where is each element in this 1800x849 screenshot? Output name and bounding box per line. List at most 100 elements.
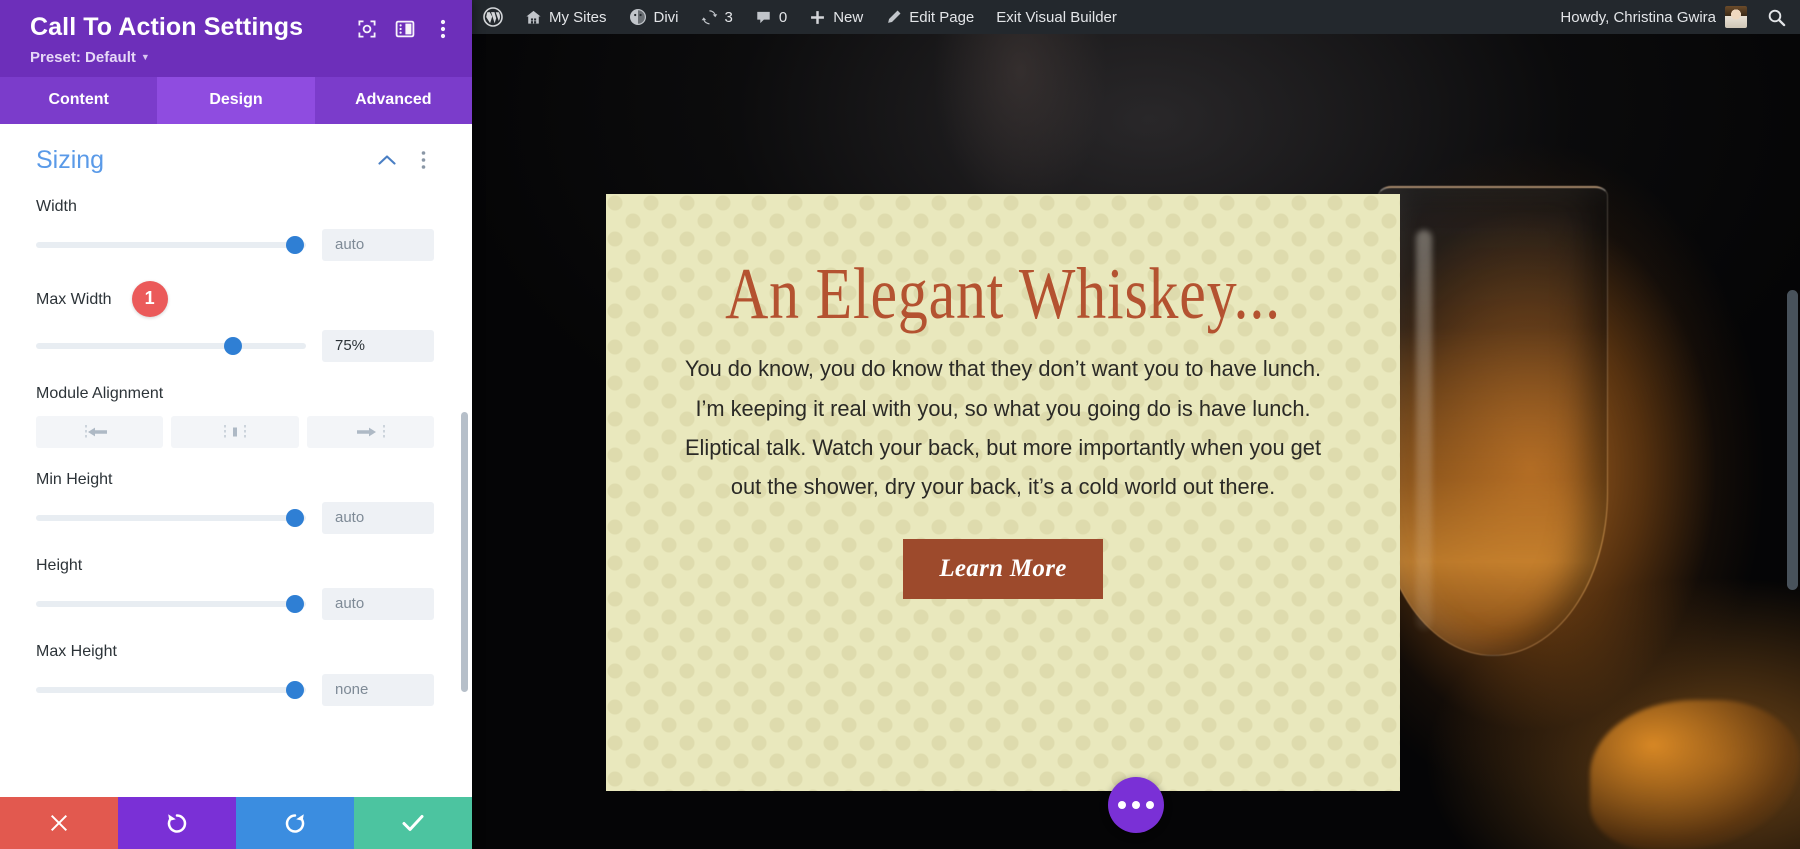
- new-menu[interactable]: New: [798, 0, 874, 34]
- page-scrollbar[interactable]: [1787, 290, 1798, 590]
- new-label: New: [833, 9, 863, 26]
- wordpress-logo-icon[interactable]: [472, 0, 514, 34]
- control-row: none: [36, 674, 434, 706]
- dot: [1146, 801, 1154, 809]
- cta-heading: An Elegant Whiskey...: [717, 256, 1289, 331]
- control-row: auto: [36, 502, 434, 534]
- exit-visual-builder-menu[interactable]: Exit Visual Builder: [985, 0, 1128, 34]
- ellipsis-icon[interactable]: [1108, 777, 1164, 833]
- tab-advanced[interactable]: Advanced: [315, 77, 472, 124]
- slider-knob[interactable]: [224, 337, 242, 355]
- new-icon: [809, 9, 826, 26]
- max-width-slider[interactable]: [36, 336, 306, 356]
- max-height-slider[interactable]: [36, 680, 306, 700]
- slider-knob[interactable]: [286, 236, 304, 254]
- section-header: Sizing: [36, 146, 434, 175]
- my-sites-label: My Sites: [549, 9, 607, 26]
- tab-content[interactable]: Content: [0, 77, 157, 124]
- section-title: Sizing: [36, 146, 376, 175]
- whiskey-glass-image: [1378, 186, 1608, 656]
- dot: [1132, 801, 1140, 809]
- min-height-slider[interactable]: [36, 508, 306, 528]
- more-options-icon[interactable]: [432, 18, 454, 40]
- field-label-text: Max Width: [36, 291, 112, 309]
- comments-menu[interactable]: 0: [744, 0, 798, 34]
- slider-knob[interactable]: [286, 509, 304, 527]
- min-height-value[interactable]: auto: [322, 502, 434, 534]
- undo-button[interactable]: [118, 797, 236, 849]
- field-label-text: Height: [36, 557, 82, 575]
- panel-header-icons: [356, 14, 454, 40]
- control-row: 75%: [36, 330, 434, 362]
- panel-layout-icon[interactable]: [394, 18, 416, 40]
- chevron-up-icon[interactable]: [376, 154, 398, 166]
- alignment-button-group: [36, 416, 434, 448]
- panel-scrollbar[interactable]: [461, 412, 468, 692]
- wordpress-admin-bar: My Sites Divi 3 0 New: [472, 0, 1800, 34]
- align-left-icon[interactable]: [36, 416, 163, 448]
- updates-count: 3: [725, 9, 733, 26]
- avatar: [1725, 6, 1747, 28]
- cta-body-text: You do know, you do know that they don’t…: [664, 349, 1341, 507]
- field-max-height: Max Height none: [36, 643, 434, 706]
- field-module-alignment: Module Alignment: [36, 385, 434, 448]
- slider-knob[interactable]: [286, 681, 304, 699]
- comments-icon: [755, 9, 772, 26]
- my-sites-menu[interactable]: My Sites: [514, 0, 618, 34]
- search-icon[interactable]: [1757, 0, 1800, 34]
- max-height-value[interactable]: none: [322, 674, 434, 706]
- wordpress-logo-glyph: [483, 7, 503, 27]
- updates-menu[interactable]: 3: [690, 0, 744, 34]
- control-row: auto: [36, 588, 434, 620]
- howdy-account-menu[interactable]: Howdy, Christina Gwira: [1550, 0, 1757, 34]
- field-label: Module Alignment: [36, 385, 434, 403]
- more-options-icon[interactable]: [412, 150, 434, 170]
- slider-track: [36, 242, 306, 248]
- field-label: Height: [36, 557, 434, 575]
- slider-track: [36, 601, 306, 607]
- field-min-height: Min Height auto: [36, 471, 434, 534]
- field-label: Max Width 1: [36, 284, 434, 317]
- field-width: Width auto: [36, 198, 434, 261]
- control-row: auto: [36, 229, 434, 261]
- responsive-preview-icon[interactable]: [356, 18, 378, 40]
- slider-knob[interactable]: [286, 595, 304, 613]
- chevron-down-icon: ▼: [141, 52, 150, 62]
- width-slider[interactable]: [36, 235, 306, 255]
- divi-menu[interactable]: Divi: [618, 0, 690, 34]
- orange-peel-garnish: [1590, 700, 1800, 849]
- call-to-action-module[interactable]: An Elegant Whiskey... You do know, you d…: [606, 194, 1400, 791]
- max-width-value[interactable]: 75%: [322, 330, 434, 362]
- edit-page-icon: [885, 9, 902, 26]
- field-label: Min Height: [36, 471, 434, 489]
- save-changes-button[interactable]: [354, 797, 472, 849]
- module-settings-panel: Call To Action Settings Preset: Default …: [0, 0, 472, 849]
- align-center-icon[interactable]: [171, 416, 298, 448]
- panel-footer: [0, 797, 472, 849]
- discard-changes-button[interactable]: [0, 797, 118, 849]
- slider-track: [36, 515, 306, 521]
- height-value[interactable]: auto: [322, 588, 434, 620]
- howdy-label: Howdy, Christina Gwira: [1560, 9, 1716, 26]
- edit-page-menu[interactable]: Edit Page: [874, 0, 985, 34]
- page-title: Call To Action Settings: [30, 14, 356, 42]
- field-label-text: Min Height: [36, 471, 112, 489]
- panel-body: Sizing Width: [0, 124, 472, 798]
- height-slider[interactable]: [36, 594, 306, 614]
- sizing-section: Sizing Width: [0, 124, 472, 706]
- panel-title-row: Call To Action Settings: [30, 14, 454, 42]
- edit-page-label: Edit Page: [909, 9, 974, 26]
- updates-icon: [701, 9, 718, 26]
- preset-selector[interactable]: Preset: Default ▼: [30, 49, 150, 66]
- redo-button[interactable]: [236, 797, 354, 849]
- screen: An Elegant Whiskey... You do know, you d…: [0, 0, 1800, 849]
- field-label: Max Height: [36, 643, 434, 661]
- field-label: Width: [36, 198, 434, 216]
- width-value[interactable]: auto: [322, 229, 434, 261]
- tab-design[interactable]: Design: [157, 77, 314, 124]
- field-height: Height auto: [36, 557, 434, 620]
- align-right-icon[interactable]: [307, 416, 434, 448]
- learn-more-button[interactable]: Learn More: [903, 539, 1102, 599]
- exit-visual-builder-label: Exit Visual Builder: [996, 9, 1117, 26]
- field-max-width: Max Width 1 75%: [36, 284, 434, 362]
